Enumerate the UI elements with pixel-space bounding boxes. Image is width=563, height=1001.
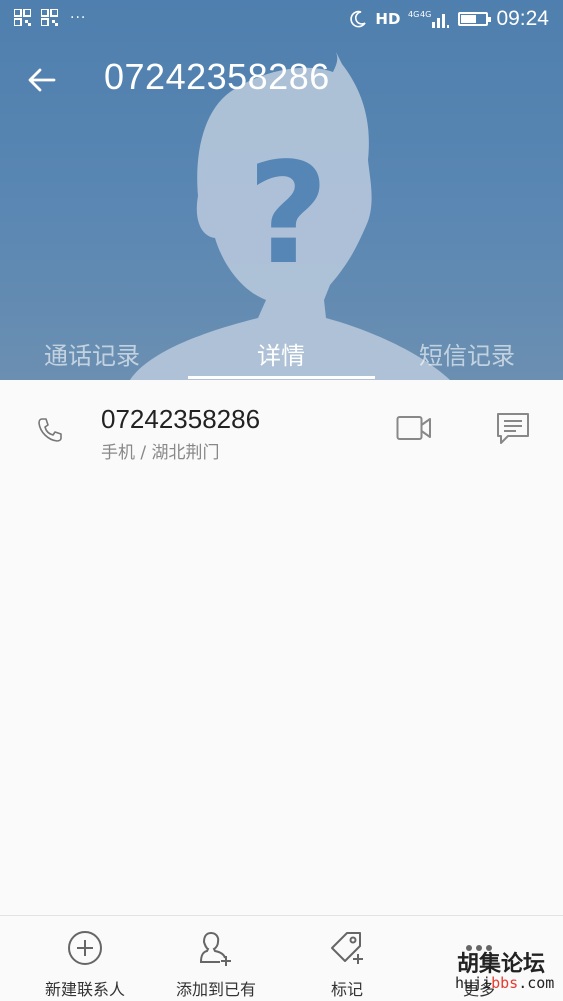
phone-icon[interactable] (36, 416, 64, 444)
status-bar: ··· HD 4G 4G 09:24 (0, 0, 563, 38)
qr-notification-icon (14, 9, 31, 26)
page-title: 07242358286 (104, 56, 330, 97)
status-time: 09:24 (496, 7, 549, 30)
phone-number: 07242358286 (101, 404, 261, 434)
battery-icon (458, 12, 492, 26)
message-icon[interactable] (496, 412, 530, 446)
new-contact-button[interactable]: 新建联系人 (15, 916, 155, 1001)
back-arrow-icon[interactable] (24, 62, 60, 98)
mark-label: 标记 (330, 980, 363, 999)
forum-watermark: 胡集论坛 hujibbs.com (455, 946, 563, 1000)
number-location: 手机 / 湖北荆门 (101, 443, 220, 463)
hd-indicator: HD (375, 10, 401, 28)
tag-icon (331, 932, 363, 964)
watermark-url: hujibbs.com (455, 974, 554, 992)
phone-number-row[interactable]: 07242358286 手机 / 湖北荆门 (0, 380, 563, 472)
contact-header: ? ··· HD 4G 4G 09:24 07242358286 通话记录 详情… (0, 0, 563, 380)
watermark-url-prefix: huji (455, 974, 492, 992)
svg-text:?: ? (247, 133, 328, 296)
active-tab-indicator (188, 376, 375, 379)
video-call-icon[interactable] (396, 414, 432, 444)
add-to-existing-button[interactable]: 添加到已有 (146, 916, 286, 1001)
add-circle-icon (68, 931, 102, 965)
new-contact-label: 新建联系人 (44, 980, 125, 999)
mark-button[interactable]: 标记 (277, 916, 417, 1001)
tab-details[interactable]: 详情 (257, 336, 305, 371)
more-notifications-icon: ··· (70, 9, 87, 26)
svg-text:4G: 4G (420, 10, 431, 19)
tab-call-log[interactable]: 通话记录 (44, 336, 140, 371)
qr-notification-icon-2 (41, 9, 58, 26)
svg-text:4G: 4G (408, 10, 419, 19)
add-to-existing-label: 添加到已有 (175, 980, 256, 999)
moon-icon (350, 10, 367, 28)
tab-sms-log[interactable]: 短信记录 (419, 336, 515, 371)
add-person-icon (199, 932, 231, 966)
watermark-url-suffix: .com (518, 974, 555, 992)
signal-icon: 4G 4G (408, 10, 450, 28)
watermark-url-red: bbs (491, 974, 519, 992)
tab-bar: 通话记录 详情 短信记录 (0, 330, 563, 380)
